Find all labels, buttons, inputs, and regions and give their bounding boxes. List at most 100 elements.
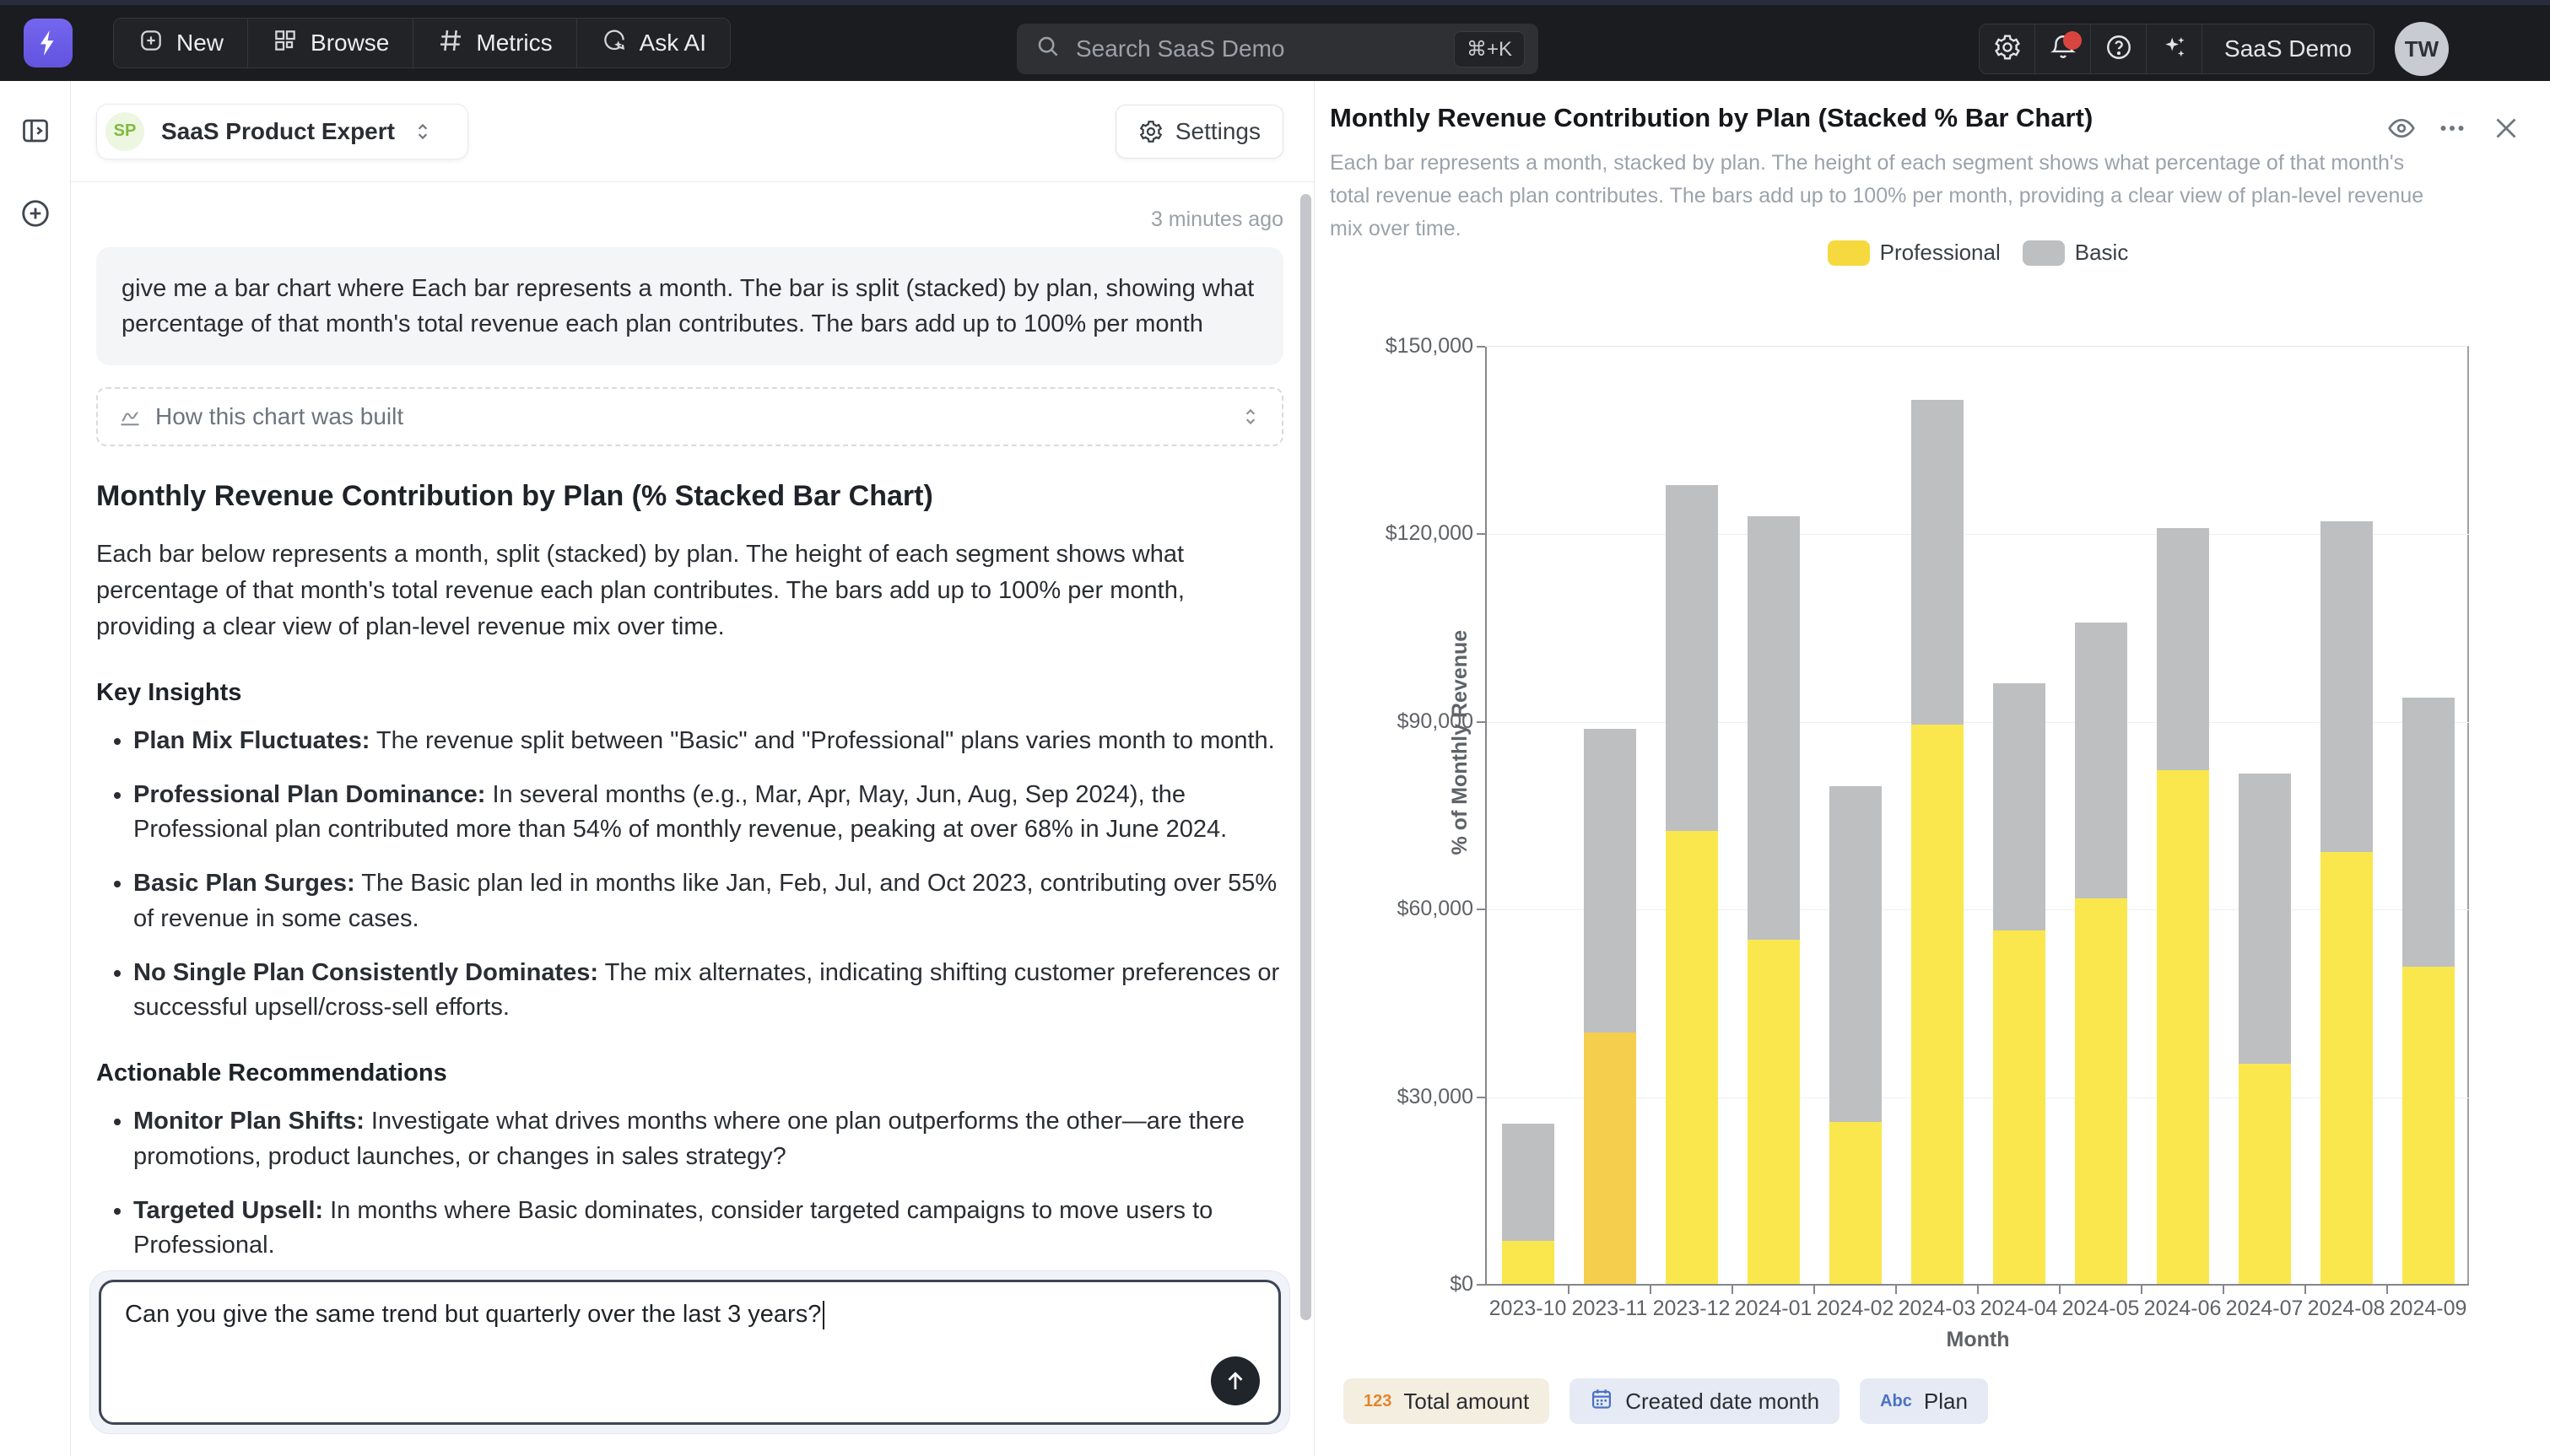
y-axis-tick <box>1477 909 1485 910</box>
close-icon <box>2491 113 2521 143</box>
bar-segment-basic-2023-11[interactable] <box>1584 729 1636 1033</box>
bar-segment-professional-2024-08[interactable] <box>2320 852 2373 1284</box>
sparkles-button[interactable] <box>2147 24 2202 73</box>
x-axis-tick <box>2223 1286 2224 1294</box>
agent-avatar: SP <box>105 112 144 151</box>
gear-icon <box>1138 119 1164 144</box>
field-chip-plan[interactable]: AbcPlan <box>1860 1378 1988 1424</box>
bar-segment-professional-2024-09[interactable] <box>2402 967 2455 1284</box>
bar-segment-basic-2024-07[interactable] <box>2239 774 2291 1064</box>
bar-segment-basic-2024-03[interactable] <box>1911 400 1964 725</box>
chat-sparkle-icon <box>601 27 628 60</box>
chart-panel-title: Monthly Revenue Contribution by Plan (St… <box>1330 103 2093 133</box>
x-axis-tick <box>1568 1286 1569 1294</box>
bar-segment-professional-2023-12[interactable] <box>1666 831 1718 1284</box>
y-axis-label: $60,000 <box>1305 897 1473 921</box>
app-logo[interactable] <box>24 19 73 67</box>
how-chart-was-built-toggle[interactable]: How this chart was built <box>96 387 1283 446</box>
org-switcher[interactable]: SaaS Demo <box>2202 24 2374 73</box>
chat-header: SP SaaS Product Expert Settings <box>71 81 1314 182</box>
bar-segment-professional-2024-01[interactable] <box>1748 940 1800 1284</box>
bar-segment-professional-2024-02[interactable] <box>1829 1122 1882 1284</box>
legend-swatch <box>2023 240 2065 266</box>
send-button[interactable] <box>1211 1356 1260 1405</box>
bar-segment-professional-2024-06[interactable] <box>2157 770 2209 1284</box>
more-options-button[interactable] <box>2437 113 2467 148</box>
expand-sidebar-button[interactable] <box>0 101 71 160</box>
close-panel-button[interactable] <box>2491 113 2521 148</box>
settings-button[interactable]: Settings <box>1116 105 1283 159</box>
user-avatar[interactable]: TW <box>2395 22 2449 76</box>
chart-legend: Professional Basic <box>1487 240 2469 266</box>
chat-input[interactable]: Can you give the same trend but quarterl… <box>99 1280 1281 1425</box>
bell-button[interactable] <box>2035 24 2091 73</box>
bar-segment-basic-2024-04[interactable] <box>1993 683 2045 930</box>
bar-segment-basic-2023-10[interactable] <box>1502 1124 1554 1241</box>
recommendations-list: Monitor Plan Shifts: Investigate what dr… <box>133 1104 1283 1254</box>
arrow-up-icon <box>1223 1368 1248 1394</box>
x-axis-tick <box>1813 1286 1815 1294</box>
field-chip-total-amount[interactable]: 123Total amount <box>1343 1378 1549 1424</box>
grid-icon <box>272 27 299 60</box>
legend-item-basic[interactable]: Basic <box>2023 240 2129 266</box>
bar-segment-basic-2024-05[interactable] <box>2075 623 2127 898</box>
x-axis-title: Month <box>1487 1328 2469 1352</box>
field-chip-created-date-month[interactable]: Created date month <box>1569 1378 1840 1424</box>
y-axis-label: $0 <box>1305 1272 1473 1297</box>
nav-new-button[interactable]: New <box>114 19 248 67</box>
bar-segment-professional-2024-07[interactable] <box>2239 1064 2291 1284</box>
legend-item-professional[interactable]: Professional <box>1828 240 2001 266</box>
calendar-icon <box>1590 1387 1613 1416</box>
global-search-input[interactable]: Search SaaS Demo ⌘+K <box>1017 24 1538 74</box>
recommendations-heading: Actionable Recommendations <box>96 1060 1283 1087</box>
list-item: Basic Plan Surges: The Basic plan led in… <box>133 866 1283 937</box>
chat-input-value: Can you give the same trend but quarterl… <box>125 1301 1177 1329</box>
user-message: give me a bar chart where Each bar repre… <box>96 247 1283 365</box>
preview-eye-button[interactable] <box>2386 113 2417 148</box>
x-axis-label: 2024-09 <box>2369 1297 2488 1321</box>
key-insights-heading: Key Insights <box>96 679 1283 707</box>
bar-segment-professional-2024-03[interactable] <box>1911 725 1964 1284</box>
key-insights-list: Plan Mix Fluctuates: The revenue split b… <box>133 724 1283 1026</box>
agent-selector[interactable]: SP SaaS Product Expert <box>96 104 468 159</box>
x-axis-tick <box>1732 1286 1733 1294</box>
navbar-icon-group: SaaS Demo <box>1979 24 2374 74</box>
nav-ask-ai-button[interactable]: Ask AI <box>577 19 730 67</box>
bar-segment-professional-2023-11[interactable] <box>1584 1033 1636 1284</box>
list-item: No Single Plan Consistently Dominates: T… <box>133 956 1283 1027</box>
search-placeholder: Search SaaS Demo <box>1076 35 1454 62</box>
y-axis-label: $90,000 <box>1305 709 1473 734</box>
bar-segment-basic-2023-12[interactable] <box>1666 485 1718 832</box>
bar-segment-basic-2024-09[interactable] <box>2402 698 2455 968</box>
help-button[interactable] <box>2091 24 2147 73</box>
x-axis-tick <box>2304 1286 2306 1294</box>
how-built-label: How this chart was built <box>155 403 1226 430</box>
chat-scrollbar-thumb[interactable] <box>1300 194 1311 1320</box>
bar-segment-professional-2023-10[interactable] <box>1502 1241 1554 1284</box>
bar-segment-professional-2024-04[interactable] <box>1993 930 2045 1284</box>
bar-segment-basic-2024-02[interactable] <box>1829 786 1882 1122</box>
notification-badge <box>2063 31 2082 50</box>
left-rail <box>0 81 71 1456</box>
eye-icon <box>2386 113 2417 143</box>
bar-segment-basic-2024-06[interactable] <box>2157 528 2209 770</box>
bar-segment-basic-2024-01[interactable] <box>1748 516 1800 939</box>
gear-button[interactable] <box>1980 24 2035 73</box>
new-thread-button[interactable] <box>0 184 71 243</box>
y-axis-tick <box>1477 1284 1485 1286</box>
bar-segment-professional-2024-05[interactable] <box>2075 898 2127 1284</box>
list-item: Monitor Plan Shifts: Investigate what dr… <box>133 1104 1283 1175</box>
y-axis-label: $30,000 <box>1305 1085 1473 1109</box>
y-axis-tick <box>1477 533 1485 535</box>
x-axis-tick <box>2141 1286 2142 1294</box>
bar-segment-basic-2024-08[interactable] <box>2320 521 2373 851</box>
help-icon <box>2104 33 2133 66</box>
sparkles-icon <box>2160 33 2189 66</box>
nav-browse-button[interactable]: Browse <box>248 19 413 67</box>
x-axis-tick <box>2386 1286 2388 1294</box>
list-item: Professional Plan Dominance: In several … <box>133 778 1283 849</box>
nav-metrics-button[interactable]: Metrics <box>413 19 576 67</box>
y-axis-title: % of Monthly Revenue <box>1448 629 1472 855</box>
y-axis-tick <box>1477 1097 1485 1098</box>
x-axis-tick <box>1977 1286 1979 1294</box>
